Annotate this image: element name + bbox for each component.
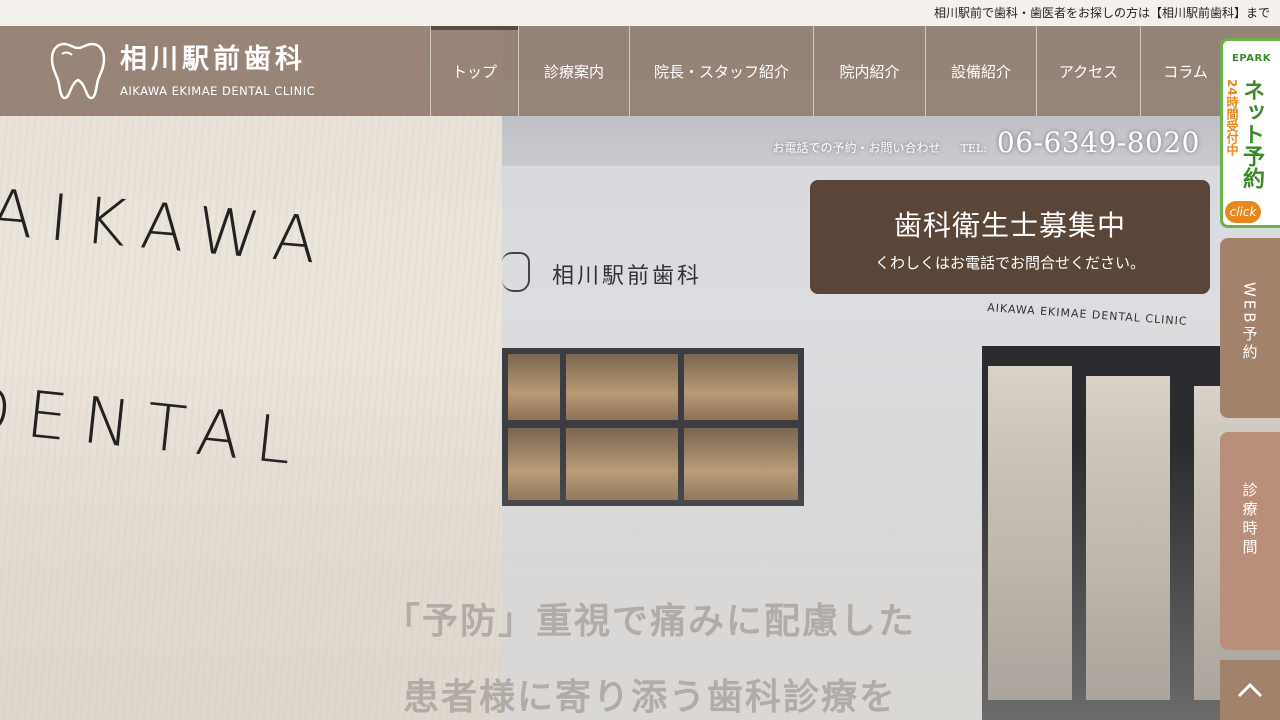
- logo-name-en: AIKAWA EKIMAE DENTAL CLINIC: [120, 83, 316, 98]
- web-reserve-label: WEB予約: [1240, 282, 1259, 362]
- epark-label: ネット予約: [1239, 79, 1264, 189]
- page-top-button[interactable]: [1220, 660, 1280, 720]
- hours-tab[interactable]: 診療時間: [1220, 432, 1280, 650]
- tooth-icon: [50, 42, 106, 100]
- recruit-subtitle: くわしくはお電話でお問合せください。: [874, 254, 1145, 272]
- nav-item-top[interactable]: トップ: [430, 26, 518, 116]
- top-tagline-bar: 相川駅前で歯科・歯医者をお探しの方は【相川駅前歯科】まで: [0, 0, 1280, 26]
- hero-catchphrase-line2: 患者様に寄り添う歯科診療を: [402, 676, 897, 718]
- hours-label: 診療時間: [1240, 482, 1259, 558]
- wall-clinic-name-en: AIKAWA EKIMAE DENTAL CLINIC: [986, 301, 1188, 328]
- contact-info: お電話での予約・お問い合わせ TEL: 06-6349-8020: [773, 126, 1200, 159]
- nav-item-staff[interactable]: 院長・スタッフ紹介: [629, 26, 813, 116]
- global-nav: トップ 診療案内 院長・スタッフ紹介 院内紹介 設備紹介 アクセス コラム: [430, 26, 1230, 116]
- nav-item-clinic[interactable]: 院内紹介: [813, 26, 925, 116]
- recruit-banner[interactable]: 歯科衛生士募集中 くわしくはお電話でお問合せください。: [810, 180, 1210, 294]
- nav-item-equipment[interactable]: 設備紹介: [925, 26, 1036, 116]
- epark-hours-text: 24時間受付中: [1225, 79, 1239, 156]
- wall-clinic-logo: 相川駅前歯科: [552, 264, 703, 289]
- site-header: 相川駅前歯科 AIKAWA EKIMAE DENTAL CLINIC トップ 診…: [0, 26, 1280, 116]
- recruit-title: 歯科衛生士募集中: [893, 209, 1126, 242]
- epark-logo: EPARK: [1232, 53, 1271, 64]
- hero-catchphrase-line1: 「予防」重視で痛みに配慮した: [383, 600, 916, 642]
- phone-number[interactable]: 06-6349-8020: [997, 126, 1200, 159]
- epark-click-badge: click: [1225, 201, 1261, 223]
- site-logo[interactable]: 相川駅前歯科 AIKAWA EKIMAE DENTAL CLINIC: [50, 40, 315, 102]
- epark-reservation-button[interactable]: EPARK 24時間受付中 ネット予約 click: [1220, 38, 1280, 228]
- nav-item-column[interactable]: コラム: [1140, 26, 1230, 116]
- nav-item-access[interactable]: アクセス: [1036, 26, 1140, 116]
- web-reserve-tab[interactable]: WEB予約: [1220, 238, 1280, 418]
- tagline-text: 相川駅前で歯科・歯医者をお探しの方は【相川駅前歯科】まで: [933, 6, 1270, 20]
- chevron-up-icon: [1237, 682, 1263, 698]
- nav-item-treatment[interactable]: 診療案内: [518, 26, 629, 116]
- contact-label: お電話での予約・お問い合わせ: [772, 141, 941, 155]
- tel-prefix: TEL:: [960, 142, 987, 155]
- wall-tooth-icon: [502, 252, 530, 292]
- logo-name-jp: 相川駅前歯科: [120, 43, 306, 75]
